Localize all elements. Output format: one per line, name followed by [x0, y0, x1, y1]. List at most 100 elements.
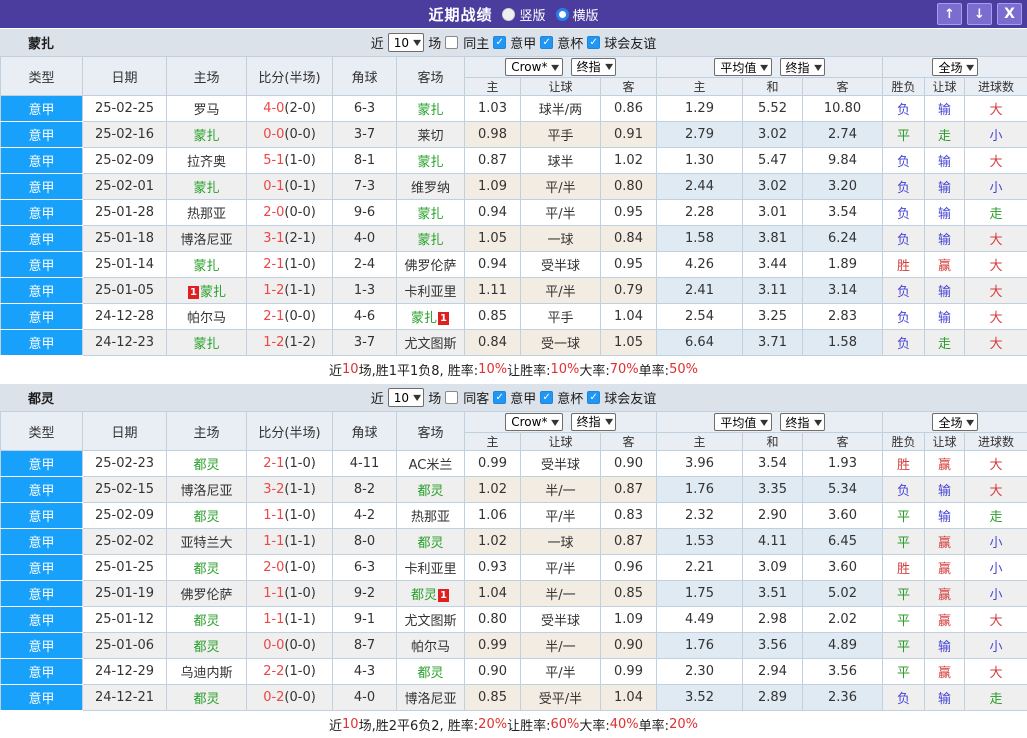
handicap-odds-cell: 受半球	[521, 607, 601, 633]
move-up-button[interactable]: ↑	[937, 3, 962, 25]
handicap-odds-cell: 0.84	[601, 226, 657, 252]
col-home-odds: 主	[465, 78, 521, 96]
average-odds-cell: 2.83	[803, 304, 883, 330]
league-coppa-checkbox[interactable]: ✓	[540, 36, 553, 49]
average-odds-cell: 6.64	[657, 330, 743, 356]
league-friendly-checkbox[interactable]: ✓	[587, 36, 600, 49]
handicap-odds-cell: 0.85	[601, 581, 657, 607]
same-home-label: 同主	[463, 33, 489, 52]
handicap-badge: 1	[438, 312, 449, 325]
average-select[interactable]: 平均值▼	[714, 413, 771, 431]
average-odds-cell: 3.54	[803, 200, 883, 226]
handicap-odds-cell: 0.91	[601, 122, 657, 148]
full-match-select[interactable]: 全场▼	[932, 58, 977, 76]
col-corners: 角球	[333, 57, 397, 96]
move-down-button[interactable]: ↓	[967, 3, 992, 25]
match-count-select[interactable]: 10▼	[388, 33, 424, 52]
result-cell: 走	[925, 122, 965, 148]
layout-radio-vertical[interactable]: 竖版	[502, 5, 545, 24]
match-row: 意甲25-01-051蒙扎1-2(1-1)1-3卡利亚里1.11平/半0.792…	[1, 278, 1027, 304]
final-index-select[interactable]: 终指▼	[571, 58, 616, 76]
score-cell: 1-2(1-1)	[247, 278, 333, 304]
bookmaker-select[interactable]: Crow*▼	[505, 413, 562, 431]
league-cell: 意甲	[1, 529, 83, 555]
match-count-select[interactable]: 10▼	[388, 388, 424, 407]
score-cell: 3-1(2-1)	[247, 226, 333, 252]
date-cell: 25-02-23	[83, 451, 167, 477]
result-cell: 负	[883, 200, 925, 226]
col-corners: 角球	[333, 412, 397, 451]
final-index-select[interactable]: 终指▼	[571, 413, 616, 431]
radio-unselected-icon	[556, 8, 569, 21]
average-odds-cell: 3.44	[743, 252, 803, 278]
average-odds-cell: 3.11	[743, 278, 803, 304]
league-cell: 意甲	[1, 304, 83, 330]
final-index-select-2[interactable]: 终指▼	[780, 413, 825, 431]
league-cell: 意甲	[1, 174, 83, 200]
result-cell: 负	[883, 96, 925, 122]
radio-vertical-label: 竖版	[519, 5, 545, 24]
result-cell: 负	[883, 685, 925, 711]
result-cell: 胜	[883, 555, 925, 581]
handicap-odds-cell: 1.03	[465, 96, 521, 122]
handicap-odds-cell: 一球	[521, 226, 601, 252]
score-cell: 2-2(1-0)	[247, 659, 333, 685]
col-away-odds: 客	[601, 78, 657, 96]
close-button[interactable]: X	[997, 3, 1022, 25]
average-odds-cell: 3.56	[743, 633, 803, 659]
corners-cell: 8-7	[333, 633, 397, 659]
handicap-odds-cell: 0.84	[465, 330, 521, 356]
result-cell: 走	[965, 503, 1027, 529]
handicap-odds-cell: 平手	[521, 122, 601, 148]
near-label: 近	[371, 388, 384, 407]
window-title: 近期战绩	[428, 4, 492, 25]
match-row: 意甲25-02-16蒙扎0-0(0-0)3-7莱切0.98平手0.912.793…	[1, 122, 1027, 148]
average-odds-cell: 1.58	[657, 226, 743, 252]
col-handicap: 让球	[521, 433, 601, 451]
result-cell: 输	[925, 148, 965, 174]
filter-bar: 近 10▼ 场 同主 ✓意甲 ✓意杯 ✓球会友谊	[371, 33, 657, 52]
handicap-odds-cell: 0.87	[601, 477, 657, 503]
layout-radio-horizontal[interactable]: 横版	[556, 5, 599, 24]
score-cell: 0-2(0-0)	[247, 685, 333, 711]
league-serie-a-label: 意甲	[510, 33, 536, 52]
away-team-cell: 热那亚	[397, 503, 465, 529]
league-cell: 意甲	[1, 477, 83, 503]
col-home-odds: 主	[465, 433, 521, 451]
result-cell: 平	[883, 607, 925, 633]
date-cell: 25-02-09	[83, 148, 167, 174]
same-home-checkbox[interactable]	[445, 36, 458, 49]
summary-segment: 单率:	[639, 360, 669, 379]
date-cell: 24-12-29	[83, 659, 167, 685]
same-away-checkbox[interactable]	[445, 391, 458, 404]
league-serie-a-checkbox[interactable]: ✓	[493, 391, 506, 404]
away-team-cell: 蒙扎1	[397, 304, 465, 330]
col-goals-result: 进球数	[965, 78, 1027, 96]
league-cell: 意甲	[1, 200, 83, 226]
average-odds-cell: 3.54	[743, 451, 803, 477]
col-type: 类型	[1, 412, 83, 451]
col-handicap: 让球	[521, 78, 601, 96]
average-odds-cell: 1.29	[657, 96, 743, 122]
league-friendly-checkbox[interactable]: ✓	[587, 391, 600, 404]
summary-segment: 让胜率:	[507, 360, 550, 379]
corners-cell: 4-0	[333, 685, 397, 711]
home-team-cell: 蒙扎	[167, 174, 247, 200]
average-select[interactable]: 平均值▼	[714, 58, 771, 76]
league-serie-a-checkbox[interactable]: ✓	[493, 36, 506, 49]
league-coppa-label: 意杯	[557, 33, 583, 52]
match-row: 意甲24-12-23蒙扎1-2(1-2)3-7尤文图斯0.84受一球1.056.…	[1, 330, 1027, 356]
bookmaker-select[interactable]: Crow*▼	[505, 58, 562, 76]
date-cell: 25-01-14	[83, 252, 167, 278]
summary-segment: 10%	[478, 362, 507, 377]
matches-table: 类型 日期 主场 比分(半场) 角球 客场 Crow*▼终指▼ 平均值▼终指▼ …	[0, 56, 1027, 356]
result-cell: 小	[965, 529, 1027, 555]
corners-cell: 9-1	[333, 607, 397, 633]
summary-segment: 50%	[669, 362, 698, 377]
handicap-odds-cell: 0.85	[465, 685, 521, 711]
full-match-select[interactable]: 全场▼	[932, 413, 977, 431]
league-coppa-checkbox[interactable]: ✓	[540, 391, 553, 404]
final-index-select-2[interactable]: 终指▼	[780, 58, 825, 76]
handicap-odds-cell: 0.99	[465, 633, 521, 659]
league-serie-a-label: 意甲	[510, 388, 536, 407]
